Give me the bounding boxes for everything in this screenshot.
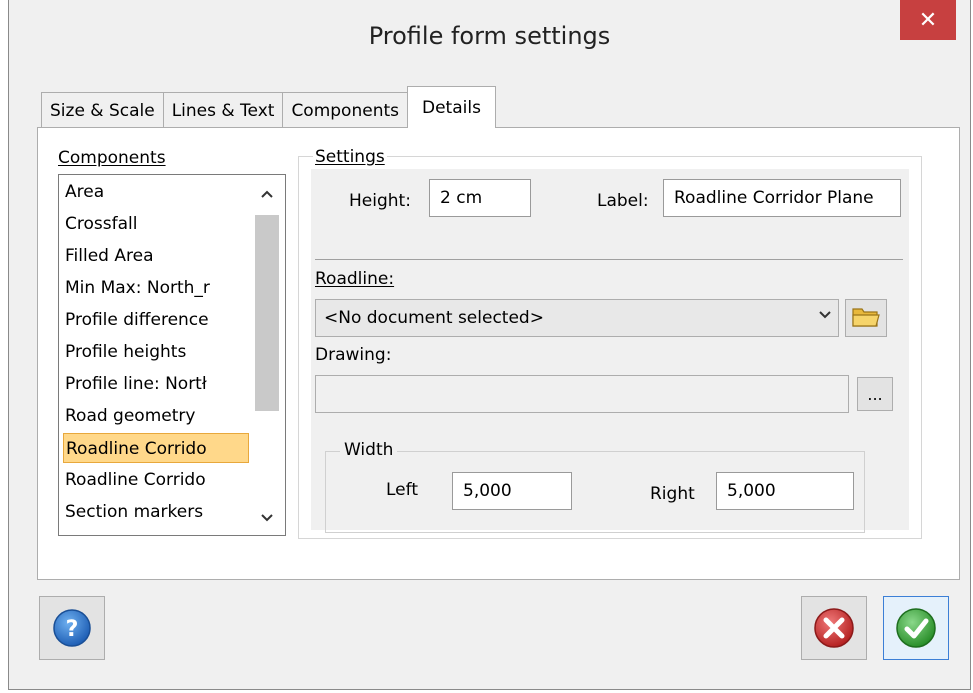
- width-label: Width: [340, 440, 398, 460]
- roadline-label: Roadline:: [315, 269, 395, 289]
- label-label: Label:: [597, 191, 649, 211]
- tab-details[interactable]: Details: [407, 86, 496, 128]
- scroll-thumb[interactable]: [255, 215, 279, 411]
- settings-group: Settings Height: 2 cm Label: Roadline Co…: [298, 147, 922, 539]
- height-label: Height:: [349, 191, 411, 211]
- list-item[interactable]: Profile line: Nortł: [65, 369, 245, 399]
- help-glyph: ?: [66, 617, 79, 642]
- roadline-select[interactable]: <No document selected>: [315, 299, 839, 337]
- list-item[interactable]: Roadline Corrido: [65, 465, 245, 495]
- settings-area: Height: 2 cm Label: Roadline Corridor Pl…: [311, 169, 909, 533]
- list-item-selected[interactable]: Roadline Corrido: [63, 433, 249, 463]
- list-item[interactable]: Min Max: North_r: [65, 273, 245, 303]
- browse-label: ...: [867, 384, 883, 404]
- help-icon: ?: [53, 609, 91, 647]
- close-icon: ✕: [918, 7, 938, 33]
- roadline-select-value: <No document selected>: [324, 308, 544, 328]
- browse-drawing-button[interactable]: ...: [857, 377, 893, 411]
- tab-size-scale[interactable]: Size & Scale: [41, 92, 164, 128]
- cancel-icon: [814, 608, 854, 648]
- ok-button[interactable]: [883, 596, 949, 660]
- scroll-down-icon[interactable]: [249, 505, 285, 531]
- drawing-field[interactable]: [315, 375, 849, 413]
- width-group: Width Left 5,000 Right 5,000: [325, 440, 865, 533]
- list-item[interactable]: Road geometry: [65, 401, 245, 431]
- label-input[interactable]: Roadline Corridor Plane: [663, 179, 901, 217]
- height-input[interactable]: 2 cm: [429, 179, 531, 217]
- right-label: Right: [650, 484, 695, 504]
- list-item[interactable]: Profile heights: [65, 337, 245, 367]
- close-button[interactable]: ✕: [900, 0, 956, 40]
- settings-label: Settings: [313, 147, 387, 167]
- ok-icon: [896, 608, 936, 648]
- left-width-input[interactable]: 5,000: [452, 472, 572, 510]
- list-item[interactable]: Crossfall: [65, 209, 245, 239]
- left-label: Left: [386, 480, 418, 500]
- right-width-input[interactable]: 5,000: [716, 472, 854, 510]
- dialog-window: Profile form settings ✕ Size & Scale Lin…: [8, 0, 971, 690]
- list-item[interactable]: Filled Area: [65, 241, 245, 271]
- list-item[interactable]: Profile difference: [65, 305, 245, 335]
- scroll-up-icon[interactable]: [249, 181, 285, 207]
- chevron-down-icon: [818, 308, 832, 324]
- separator: [315, 259, 903, 260]
- drawing-label: Drawing:: [315, 345, 392, 365]
- folder-icon: [851, 303, 881, 334]
- listbox-scrollbar[interactable]: [249, 175, 285, 535]
- help-button[interactable]: ?: [39, 596, 105, 660]
- list-item[interactable]: Area: [65, 177, 245, 207]
- components-listbox[interactable]: Area Crossfall Filled Area Min Max: Nort…: [58, 174, 286, 536]
- tab-lines-text[interactable]: Lines & Text: [162, 92, 284, 128]
- list-item[interactable]: Section markers: [65, 497, 245, 527]
- open-folder-button[interactable]: [845, 299, 887, 337]
- components-label: Components: [58, 148, 166, 168]
- dialog-title: Profile form settings: [368, 22, 611, 50]
- cancel-button[interactable]: [801, 596, 867, 660]
- details-panel: Components Area Crossfall Filled Area Mi…: [37, 127, 960, 580]
- title-bar: Profile form settings ✕: [9, 0, 970, 80]
- tab-components[interactable]: Components: [282, 92, 408, 128]
- tab-strip: Size & Scale Lines & Text Components Det…: [41, 86, 496, 128]
